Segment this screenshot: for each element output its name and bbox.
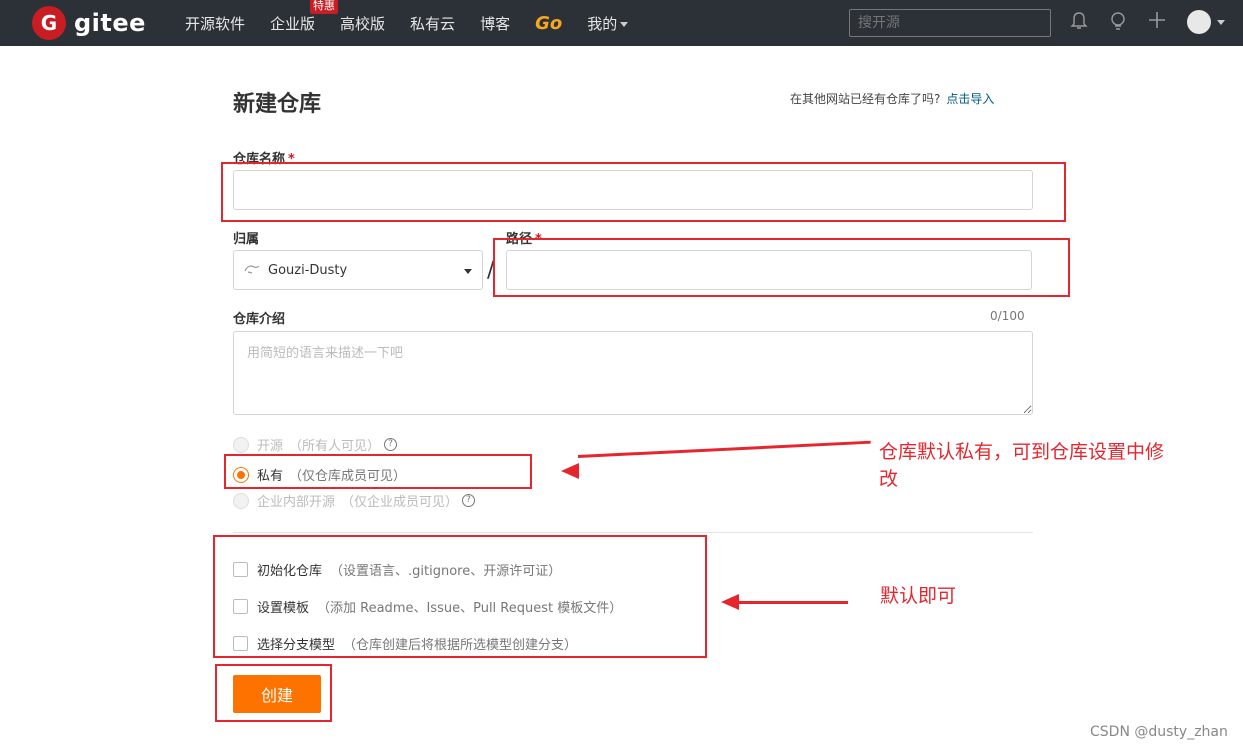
nav-item-education[interactable]: 高校版 xyxy=(340,13,385,34)
description-textarea[interactable] xyxy=(233,331,1033,415)
annotation-box-options xyxy=(213,535,707,658)
bell-icon[interactable] xyxy=(1068,11,1090,33)
annotation-arrow-private xyxy=(577,440,871,458)
annotation-arrowhead-private xyxy=(561,463,579,479)
help-icon[interactable]: ? xyxy=(462,494,476,507)
nav-item-blog[interactable]: 博客 xyxy=(480,13,510,34)
gitee-logo-icon: G xyxy=(32,6,66,40)
nav-item-mine-label: 我的 xyxy=(587,14,618,33)
radio-internal-sub: （仅企业成员可见） xyxy=(341,495,459,510)
description-label: 仓库介绍 xyxy=(233,312,286,327)
nav-item-mine[interactable]: 我的 xyxy=(587,13,629,34)
radio-public[interactable] xyxy=(233,436,249,453)
import-hint-text: 在其他网站已经有仓库了吗? xyxy=(790,92,941,106)
watermark: CSDN @dusty_zhan xyxy=(1090,724,1228,740)
visibility-option-internal[interactable]: 企业内部开源 （仅企业成员可见） ? xyxy=(233,491,476,510)
radio-public-sub: （所有人可见） xyxy=(289,439,381,454)
annotation-arrow-options xyxy=(738,601,848,604)
chevron-down-icon xyxy=(464,269,472,274)
gitee-logo-text: gitee xyxy=(74,9,146,37)
nav-item-enterprise-label: 企业版 xyxy=(270,14,316,33)
annotation-default-note: 默认即可 xyxy=(880,585,957,607)
owner-value: Gouzi-Dusty xyxy=(268,262,348,278)
section-divider xyxy=(233,532,1033,533)
nav-menu: 开源软件 企业版 特惠 高校版 私有云 博客 Go 我的 xyxy=(185,0,653,46)
description-counter: 0/100 xyxy=(990,309,1025,323)
annotation-box-create xyxy=(215,664,332,722)
owner-avatar-icon xyxy=(244,263,264,278)
annotation-box-repo-name xyxy=(221,162,1066,222)
nav-item-go[interactable]: Go xyxy=(535,13,562,34)
promo-badge: 特惠 xyxy=(310,0,339,14)
owner-label: 归属 xyxy=(233,232,260,247)
nav-item-open-source[interactable]: 开源软件 xyxy=(185,13,245,34)
annotation-arrowhead-options xyxy=(721,594,739,610)
avatar[interactable] xyxy=(1187,10,1211,34)
help-icon[interactable]: ? xyxy=(384,438,398,451)
page-title: 新建仓库 xyxy=(233,92,322,117)
owner-select[interactable]: Gouzi-Dusty xyxy=(233,250,483,290)
annotation-box-private xyxy=(224,454,532,489)
gitee-logo[interactable]: G gitee xyxy=(32,6,146,40)
radio-public-label: 开源 xyxy=(257,439,284,454)
annotation-box-path xyxy=(493,238,1070,297)
chevron-down-icon xyxy=(620,21,629,27)
top-navbar: G gitee 开源软件 企业版 特惠 高校版 私有云 博客 Go 我的 xyxy=(0,0,1243,46)
visibility-option-public[interactable]: 开源 （所有人可见） ? xyxy=(233,435,398,454)
chevron-down-icon[interactable] xyxy=(1217,20,1225,25)
annotation-private-note-line2: 改 xyxy=(879,468,899,490)
search-input[interactable] xyxy=(849,9,1051,37)
import-link[interactable]: 点击导入 xyxy=(946,92,994,106)
nav-item-private-cloud[interactable]: 私有云 xyxy=(410,13,455,34)
import-hint: 在其他网站已经有仓库了吗? 点击导入 xyxy=(790,90,994,107)
lightbulb-icon[interactable] xyxy=(1107,11,1129,33)
radio-internal-label: 企业内部开源 xyxy=(257,495,336,510)
annotation-private-note-line1: 仓库默认私有，可到仓库设置中修 xyxy=(879,441,1165,463)
plus-icon[interactable] xyxy=(1146,11,1168,33)
nav-item-enterprise[interactable]: 企业版 特惠 xyxy=(270,0,339,34)
radio-internal[interactable] xyxy=(233,492,249,509)
